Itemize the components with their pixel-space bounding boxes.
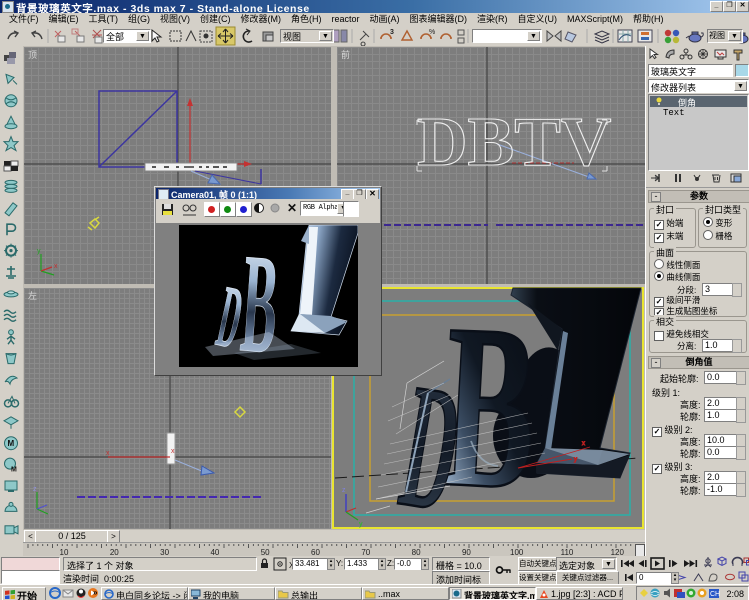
svg-text:M: M: [11, 467, 17, 474]
svg-text:y: y: [359, 521, 363, 528]
svg-text:x: x: [171, 448, 175, 455]
svg-text:y: y: [574, 457, 577, 463]
svg-text:M: M: [8, 439, 15, 448]
svg-text:3: 3: [390, 29, 394, 36]
svg-text:z: z: [33, 486, 37, 493]
svg-text:CH: CH: [710, 591, 720, 598]
svg-text:DBTV: DBTV: [417, 104, 611, 181]
svg-text:x: x: [582, 441, 585, 447]
svg-text:z: z: [342, 487, 346, 494]
svg-text:y: y: [37, 248, 41, 255]
svg-text:x: x: [106, 450, 110, 457]
svg-text:x: x: [54, 263, 58, 270]
svg-text:%: %: [429, 29, 435, 36]
